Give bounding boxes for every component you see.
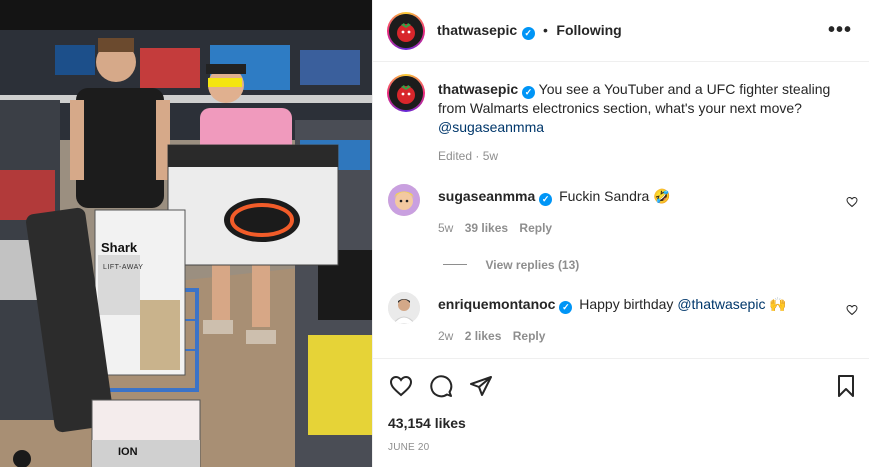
- more-options-icon[interactable]: •••: [828, 20, 852, 40]
- post-photo-illustration: [0, 0, 372, 467]
- author-avatar[interactable]: [387, 12, 425, 50]
- comment-item: sugaseanmma ✓ Fuckin Sandra 🤣 5w 39 like…: [373, 180, 869, 280]
- view-replies-label: View replies (13): [485, 258, 580, 272]
- tomato-logo-icon: [389, 14, 423, 48]
- person-avatar-icon: [388, 292, 420, 324]
- comment-likes[interactable]: 39 likes: [465, 221, 508, 235]
- verified-badge-icon: ✓: [539, 193, 553, 206]
- comment-text: Happy birthday: [579, 296, 674, 312]
- post-header: thatwasepic ✓ • Following •••: [373, 0, 869, 62]
- comment-likes[interactable]: 2 likes: [465, 329, 502, 343]
- comment-reply-button[interactable]: Reply: [513, 329, 546, 343]
- ion-box-brand: ION: [118, 446, 138, 458]
- caption-meta: Edited · 5w: [438, 149, 499, 163]
- comment-text: Fuckin Sandra: [559, 188, 650, 204]
- tomato-logo-icon: [389, 76, 423, 110]
- comment-age: 2w: [438, 329, 454, 343]
- post-photo[interactable]: Shark LIFT-AWAY ION: [0, 0, 372, 467]
- post-caption: thatwasepic ✓ You see a YouTuber and a U…: [438, 80, 838, 137]
- view-replies-line: [443, 264, 467, 265]
- post-actions: 43,154 likes JUNE 20: [373, 359, 869, 467]
- comment-like-heart-icon[interactable]: [846, 196, 858, 208]
- comment-age: 5w: [438, 221, 454, 235]
- verified-badge-icon: ✓: [559, 301, 573, 314]
- likes-count[interactable]: 43,154 likes: [388, 415, 466, 431]
- commenter-avatar[interactable]: [388, 184, 420, 216]
- verified-badge-icon: ✓: [522, 86, 536, 99]
- following-button[interactable]: Following: [556, 22, 621, 38]
- verified-badge-icon: ✓: [521, 27, 535, 40]
- caption-avatar[interactable]: [387, 74, 425, 112]
- comment-reply-button[interactable]: Reply: [519, 221, 552, 235]
- like-heart-icon[interactable]: [389, 374, 413, 398]
- comment-bubble-icon[interactable]: [429, 374, 453, 398]
- comment-username[interactable]: enriquemontanoc: [438, 296, 555, 312]
- caption-username[interactable]: thatwasepic: [438, 81, 518, 97]
- shark-box-subtitle: LIFT-AWAY: [103, 264, 144, 271]
- header-separator: •: [543, 22, 548, 38]
- author-username[interactable]: thatwasepic: [437, 22, 517, 38]
- post-date: JUNE 20: [388, 442, 430, 453]
- rofl-emoji: 🤣: [653, 188, 671, 204]
- post-side-panel: thatwasepic ✓ • Following ••• thatwasepi…: [372, 0, 869, 467]
- shark-box-brand: Shark: [101, 240, 138, 255]
- comment-item: enriquemontanoc ✓ Happy birthday @thatwa…: [373, 288, 869, 348]
- comments-section: thatwasepic ✓ You see a YouTuber and a U…: [373, 62, 869, 359]
- commenter-avatar[interactable]: [388, 292, 420, 324]
- share-send-icon[interactable]: [469, 374, 493, 398]
- view-replies-button[interactable]: View replies (13): [443, 256, 579, 274]
- cartoon-avatar-icon: [388, 184, 420, 216]
- save-bookmark-icon[interactable]: [836, 374, 856, 398]
- comment-username[interactable]: sugaseanmma: [438, 188, 535, 204]
- caption-mention-link[interactable]: @sugaseanmma: [438, 119, 544, 135]
- raised-hands-emoji: 🙌: [769, 296, 787, 312]
- comment-like-heart-icon[interactable]: [846, 304, 858, 316]
- comment-mention-link[interactable]: @thatwasepic: [677, 296, 765, 312]
